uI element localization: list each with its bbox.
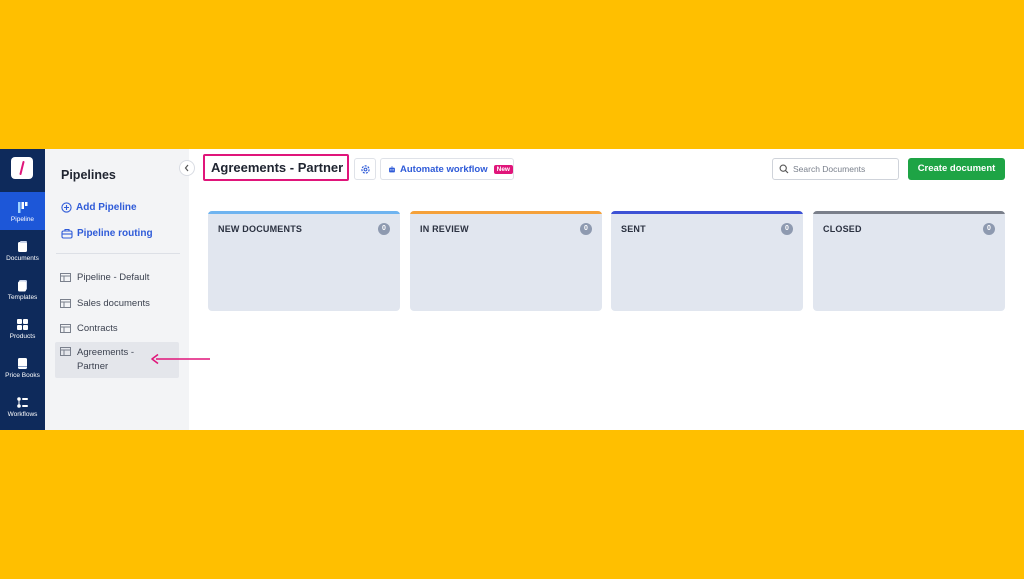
pipeline-routing-label: Pipeline routing (77, 227, 153, 239)
plus-circle-icon (61, 201, 72, 213)
rail-item-label: Price Books (5, 372, 40, 379)
routing-icon (61, 228, 73, 239)
rail-item-workflows[interactable]: Workflows (0, 387, 45, 425)
pipeline-item-label: Sales documents (77, 297, 150, 309)
column-in-review: IN REVIEW 0 (410, 211, 602, 311)
rail-item-label: Pipeline (10, 216, 35, 223)
search-icon (779, 164, 789, 174)
column-count-badge: 0 (580, 223, 592, 235)
page-title: Agreements - Partner (211, 160, 344, 175)
table-icon (60, 298, 71, 308)
chevron-left-icon (184, 164, 189, 172)
column-sent: SENT 0 (611, 211, 803, 311)
rail-item-pipeline[interactable]: Pipeline (0, 192, 45, 230)
column-title: SENT (621, 224, 646, 234)
pipeline-icon (18, 202, 28, 213)
documents-icon (18, 241, 27, 252)
column-closed: CLOSED 0 (813, 211, 1005, 311)
rail-item-price-books[interactable]: Price Books (0, 348, 45, 386)
rail-item-label: Templates (7, 294, 38, 301)
gear-icon (361, 165, 370, 174)
app-logo[interactable] (11, 157, 33, 179)
pipelines-panel: Pipelines Add Pipeline Pipeline routing (45, 149, 195, 430)
automate-workflow-button[interactable]: Automate workflow New (380, 158, 514, 180)
pipeline-settings-button[interactable] (354, 158, 376, 180)
search-documents-field[interactable] (772, 158, 899, 180)
pipeline-title-highlight: Agreements - Partner (203, 154, 349, 181)
column-title: NEW DOCUMENTS (218, 224, 303, 234)
new-badge: New (493, 164, 513, 174)
pipeline-routing-button[interactable]: Pipeline routing (61, 225, 153, 241)
rail-item-label: Products (9, 333, 36, 340)
rail-item-templates[interactable]: Templates (0, 270, 45, 308)
column-new-documents: NEW DOCUMENTS 0 (208, 211, 400, 311)
pipeline-item-contracts[interactable]: Contracts (55, 319, 179, 337)
column-count-badge: 0 (378, 223, 390, 235)
workflows-icon (17, 397, 28, 408)
rail-item-products[interactable]: Products (0, 309, 45, 347)
column-color-bar (813, 211, 1005, 214)
robot-icon (389, 165, 395, 172)
pipeline-item-sales-documents[interactable]: Sales documents (55, 294, 179, 312)
column-color-bar (611, 211, 803, 214)
rail-item-label: Documents (6, 255, 39, 262)
price-books-icon (18, 358, 27, 369)
rail-item-label: Workflows (7, 411, 38, 418)
table-icon (60, 323, 71, 333)
pipeline-item-label: Pipeline - Default (77, 271, 150, 283)
pipeline-item-default[interactable]: Pipeline - Default (55, 268, 179, 286)
add-pipeline-button[interactable]: Add Pipeline (61, 199, 137, 215)
column-title: CLOSED (823, 224, 862, 234)
column-count-badge: 0 (983, 223, 995, 235)
column-count-badge: 0 (781, 223, 793, 235)
templates-icon (18, 280, 27, 292)
add-pipeline-label: Add Pipeline (76, 201, 137, 213)
create-document-button[interactable]: Create document (908, 158, 1005, 180)
products-icon (17, 319, 28, 330)
automate-workflow-label: Automate workflow (400, 163, 488, 175)
search-input[interactable] (793, 164, 893, 174)
table-icon (60, 272, 71, 282)
column-color-bar (208, 211, 400, 214)
panel-title: Pipelines (61, 168, 116, 182)
rail-item-documents[interactable]: Documents (0, 231, 45, 269)
app-window: Pipeline Documents Templates Products Pr… (0, 149, 1024, 430)
collapse-panel-button[interactable] (179, 160, 195, 176)
pipeline-item-label: Agreements - Partner (77, 347, 135, 372)
panel-divider (56, 253, 180, 254)
annotation-arrow (151, 353, 210, 365)
column-title: IN REVIEW (420, 224, 469, 234)
column-color-bar (410, 211, 602, 214)
pipeline-item-label: Contracts (77, 322, 118, 334)
table-icon (60, 347, 71, 356)
nav-rail: Pipeline Documents Templates Products Pr… (0, 149, 45, 430)
